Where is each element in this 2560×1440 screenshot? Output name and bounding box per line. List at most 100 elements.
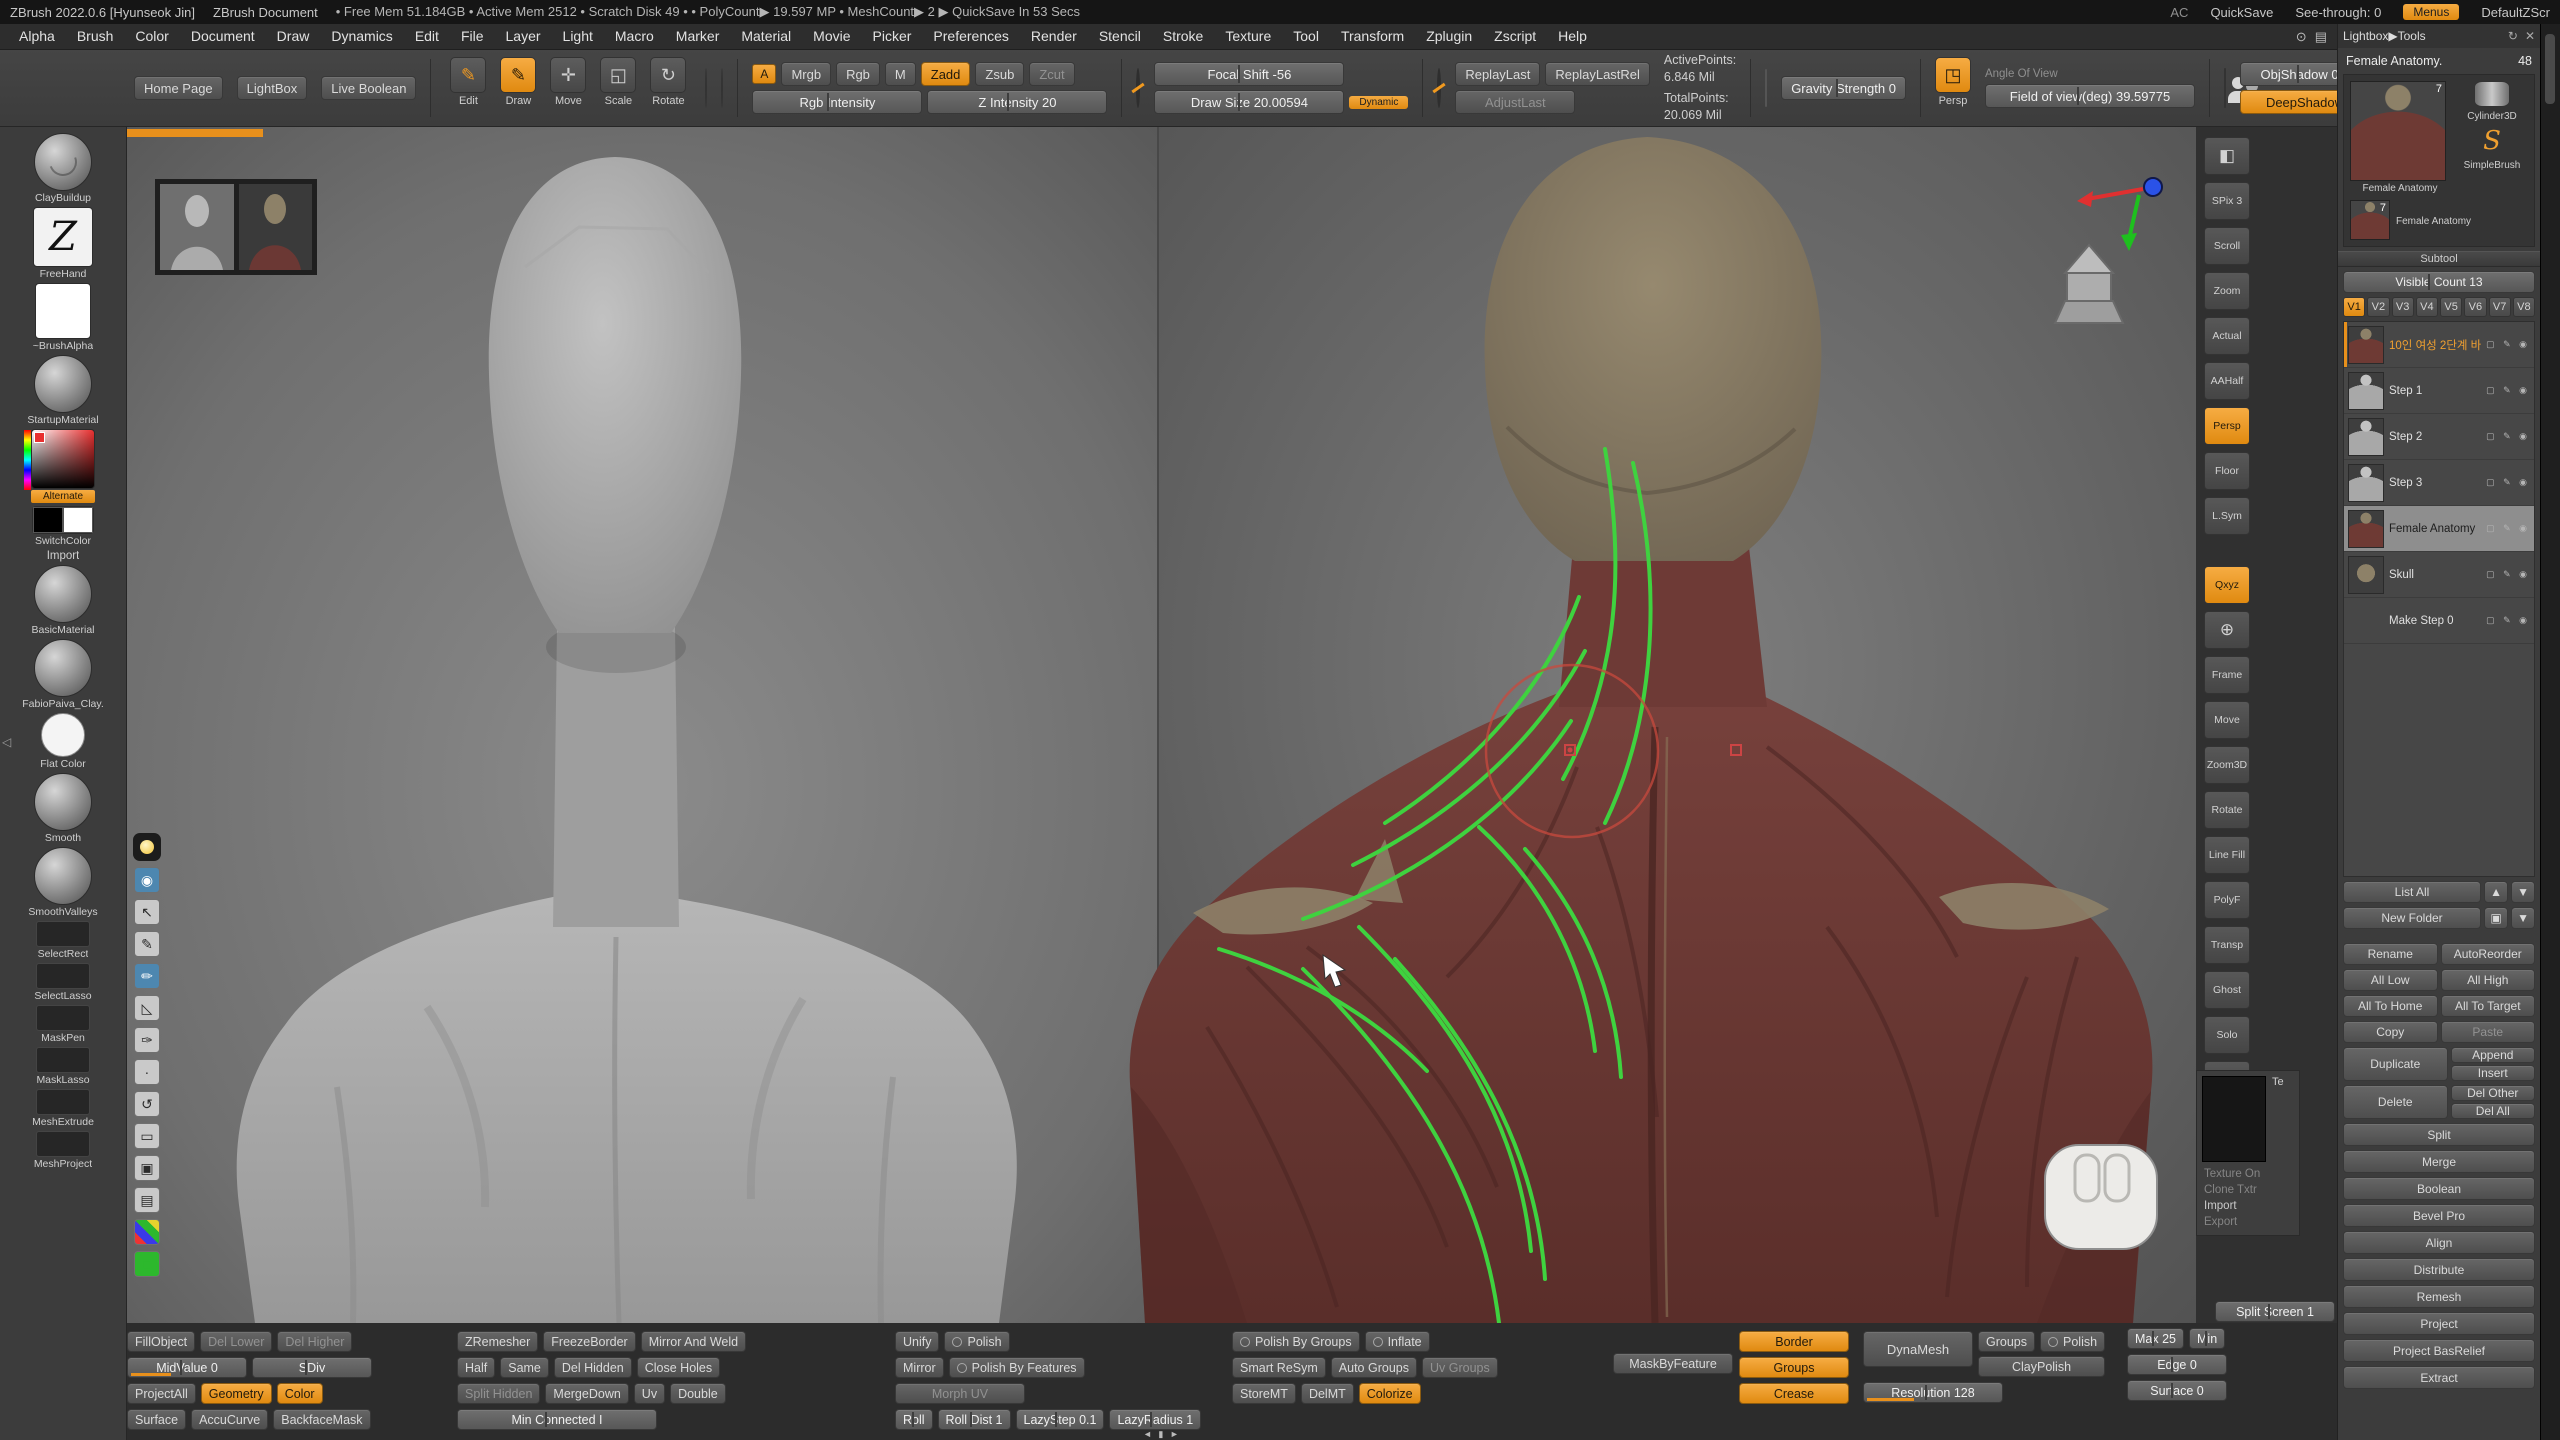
right-shelf-button[interactable]: Zoom3D [2204, 746, 2250, 784]
tray-thumbnail[interactable] [36, 1131, 90, 1157]
deformation-button[interactable]: Mirror [895, 1357, 944, 1378]
version-tab[interactable]: V8 [2513, 297, 2535, 317]
clay-polish-slider[interactable]: Min [2189, 1328, 2225, 1349]
all-to-target-button[interactable]: All To Target [2441, 995, 2536, 1017]
subtool-row-icons[interactable] [2486, 431, 2530, 442]
menu-item[interactable]: Transform [1330, 24, 1415, 49]
dynamesh-button[interactable]: DynaMesh [1863, 1331, 1973, 1367]
right-shelf-button[interactable]: Transp [2204, 926, 2250, 964]
modify-topology-button[interactable]: Double [670, 1383, 726, 1404]
menu-item[interactable]: Help [1547, 24, 1598, 49]
subtool-row-icons[interactable] [2486, 615, 2530, 626]
right-shelf-button[interactable]: AAHalf [2204, 362, 2250, 400]
tray-thumbnail[interactable] [36, 1047, 90, 1073]
alpha-chip[interactable]: A [752, 64, 776, 84]
color-dot-icon[interactable]: ⊙ [2296, 29, 2307, 45]
version-tab[interactable]: V7 [2489, 297, 2511, 317]
window-scrollbar[interactable] [2540, 24, 2560, 1440]
texture-item[interactable]: Export [2202, 1214, 2294, 1230]
list-all-button[interactable]: List All [2343, 881, 2481, 903]
all-low-button[interactable]: All Low [2343, 969, 2438, 991]
material-sphere-icon[interactable] [721, 68, 723, 108]
modify-topology-button[interactable]: Half [457, 1357, 495, 1378]
m-button[interactable]: M [885, 62, 916, 86]
subtool-thumbnail[interactable] [2348, 556, 2384, 594]
quick-tool-icon[interactable]: ↺ [134, 1091, 160, 1117]
tray-thumbnail[interactable] [34, 355, 92, 413]
subtool-row-icons[interactable] [2486, 569, 2530, 580]
z-intensity-slider[interactable]: Z Intensity 20 [927, 90, 1107, 114]
version-tab[interactable]: V4 [2416, 297, 2438, 317]
quick-tool-icon[interactable]: ✏ [134, 963, 160, 989]
subtool-action-button[interactable]: Boolean [2343, 1177, 2535, 1200]
lazy-mouse-slider[interactable]: Roll [895, 1409, 933, 1430]
menu-item[interactable]: Zplugin [1415, 24, 1483, 49]
texture-item[interactable]: Texture On [2202, 1166, 2294, 1182]
duplicate-button[interactable]: Duplicate [2343, 1047, 2448, 1081]
lazy-mouse-slider[interactable]: Roll Dist 1 [938, 1409, 1011, 1430]
tray-item[interactable]: Import [47, 550, 80, 562]
simplebrush-thumbnail[interactable]: S [2474, 126, 2510, 156]
version-tab[interactable]: V6 [2464, 297, 2486, 317]
right-shelf-button[interactable]: Line Fill [2204, 836, 2250, 874]
menu-item[interactable]: Brush [66, 24, 125, 49]
subtool-row[interactable]: Female Anatomy [2344, 506, 2534, 552]
menu-item[interactable]: Document [180, 24, 266, 49]
right-shelf-button[interactable]: Persp [2204, 407, 2250, 445]
move-down-icon[interactable]: ▼ [2511, 881, 2535, 903]
tray-item[interactable]: StartupMaterial [27, 355, 98, 426]
menu-item[interactable]: Picker [862, 24, 923, 49]
subtool-thumbnail[interactable] [2348, 372, 2384, 410]
tray-item[interactable]: Smooth [34, 773, 92, 844]
subtool-thumbnail[interactable] [2348, 510, 2384, 548]
refresh-icon[interactable]: ↻ [2508, 29, 2518, 43]
quick-tool-icon[interactable]: ✎ [134, 931, 160, 957]
fov-slider[interactable]: Field of view(deg) 39.59775 [1985, 84, 2195, 108]
right-shelf-button[interactable]: Ghost [2204, 971, 2250, 1009]
resolution-slider[interactable]: Resolution 128 [1863, 1382, 2003, 1403]
deformation-button[interactable]: Unify [895, 1331, 939, 1352]
quick-tool-icon[interactable]: ▣ [134, 1155, 160, 1181]
default-zscript-button[interactable]: DefaultZScr [2481, 5, 2550, 20]
folder-down-icon[interactable]: ▼ [2511, 907, 2535, 929]
menu-item[interactable]: Texture [1214, 24, 1282, 49]
zadd-button[interactable]: Zadd [921, 62, 971, 86]
all-to-home-button[interactable]: All To Home [2343, 995, 2438, 1017]
quick-tool-icon[interactable]: ∙ [134, 1059, 160, 1085]
subtool-thumbnail[interactable] [2348, 464, 2384, 502]
tray-thumbnail[interactable] [34, 565, 92, 623]
tray-thumbnail[interactable] [35, 283, 91, 339]
tray-item[interactable]: Z FreeHand [33, 207, 93, 280]
texture-thumbnail[interactable] [2202, 1076, 2266, 1162]
subtool-row[interactable]: Step 3 [2344, 460, 2534, 506]
adjust-last-button[interactable]: AdjustLast [1455, 90, 1575, 114]
all-high-button[interactable]: All High [2441, 969, 2536, 991]
mode-button[interactable]: Edit [445, 57, 491, 119]
material-button[interactable]: Colorize [1359, 1383, 1421, 1404]
right-shelf-button[interactable]: Scroll [2204, 227, 2250, 265]
right-shelf-button[interactable]: Solo [2204, 1016, 2250, 1054]
menu-item[interactable]: Material [730, 24, 802, 49]
quick-tool-icon[interactable]: ✑ [134, 1027, 160, 1053]
light-bulb-icon[interactable] [133, 833, 161, 861]
menu-item[interactable]: Tool [1282, 24, 1330, 49]
stroke-picker-icon[interactable] [705, 68, 707, 108]
version-tab[interactable]: V1 [2343, 297, 2365, 317]
tray-thumbnail[interactable] [41, 713, 85, 757]
geometry-button[interactable]: Geometry [201, 1383, 272, 1404]
tray-item[interactable]: ~BrushAlpha [33, 283, 93, 352]
geometry-slider[interactable]: MidValue 0 [127, 1357, 247, 1378]
tray-thumbnail[interactable] [34, 847, 92, 905]
copy-button[interactable]: Copy [2343, 1021, 2438, 1043]
mode-button[interactable]: Move [545, 57, 591, 119]
menu-item[interactable]: Preferences [922, 24, 1019, 49]
deformation-button[interactable]: Polish [944, 1331, 1009, 1352]
tray-item[interactable]: MeshExtrude [32, 1089, 94, 1128]
folder-icon[interactable]: ▣ [2484, 907, 2508, 929]
autoreorder-button[interactable]: AutoReorder [2441, 943, 2536, 965]
modify-topology-button[interactable]: Same [500, 1357, 549, 1378]
right-shelf-button[interactable]: Move [2204, 701, 2250, 739]
menu-item[interactable]: Marker [665, 24, 731, 49]
subtool-row-icons[interactable] [2486, 385, 2530, 396]
geometry-button[interactable]: AccuCurve [191, 1409, 268, 1430]
